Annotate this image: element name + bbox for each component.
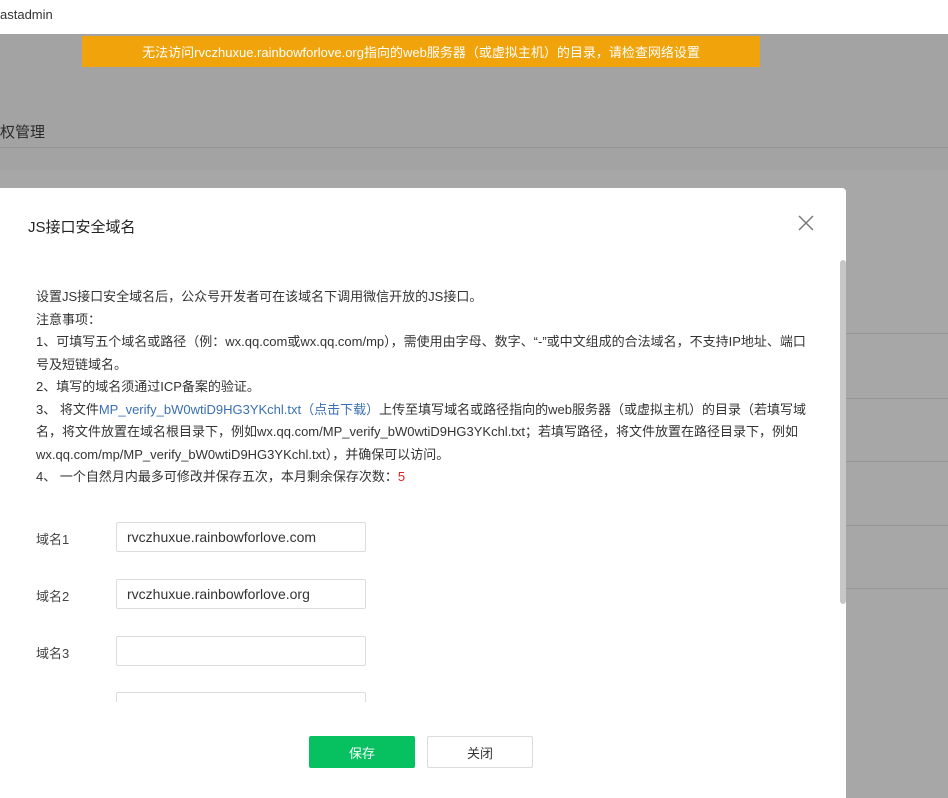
background-section-title: 权管理 [0,124,46,141]
modal-scrollbar[interactable] [840,260,846,604]
notice-heading: 注意事项： [36,311,102,327]
footer-divider [0,702,846,703]
note-1: 1、可填写五个域名或路径（例：wx.qq.com或wx.qq.com/mp），需… [36,334,806,372]
modal-description: 设置JS接口安全域名后，公众号开发者可在该域名下调用微信开放的JS接口。 注意事… [36,286,806,489]
background-row-line [846,588,948,589]
top-bar: astadmin [0,0,948,34]
domain-input-2[interactable] [116,579,366,609]
remaining-save-count: 5 [397,469,406,484]
warning-banner: 无法访问rvczhuxue.rainbowforlove.org指向的web服务… [82,36,760,67]
note-4: 4、 一个自然月内最多可修改并保存五次，本月剩余保存次数：5 [36,466,806,489]
note-2: 2、填写的域名须通过ICP备案的验证。 [36,379,260,394]
domain-label-3: 域名3 [36,646,70,661]
background-divider [0,147,948,148]
domain-row-4-partial [116,692,368,702]
domain-label-1: 域名1 [36,532,70,547]
verify-file-download-link[interactable]: MP_verify_bW0wtiD9HG3YKchl.txt（点击下载） [99,402,379,417]
domain-label-2: 域名2 [36,589,70,604]
app-brand: astadmin [0,7,53,22]
js-domain-modal: JS接口安全域名 设置JS接口安全域名后，公众号开发者可在该域名下调用微信开放的… [0,188,846,798]
save-button[interactable]: 保存 [309,736,415,768]
background-row-line [846,461,948,462]
domain-input-4[interactable] [116,692,366,702]
intro-text: 设置JS接口安全域名后，公众号开发者可在该域名下调用微信开放的JS接口。 [36,289,483,304]
modal-title: JS接口安全域名 [28,219,136,236]
background-row-line [846,398,948,399]
note-3: 3、 将文件MP_verify_bW0wtiD9HG3YKchl.txt（点击下… [36,399,806,467]
domain-input-3[interactable] [116,636,366,666]
background-row-line [846,333,948,334]
note-3-prefix: 3、 将文件 [36,401,99,417]
close-button[interactable]: 关闭 [427,736,533,768]
close-icon[interactable] [797,214,815,232]
domain-input-1[interactable] [116,522,366,552]
background-row-line [846,525,948,526]
note-4-prefix: 4、 一个自然月内最多可修改并保存五次，本月剩余保存次数： [36,469,398,484]
